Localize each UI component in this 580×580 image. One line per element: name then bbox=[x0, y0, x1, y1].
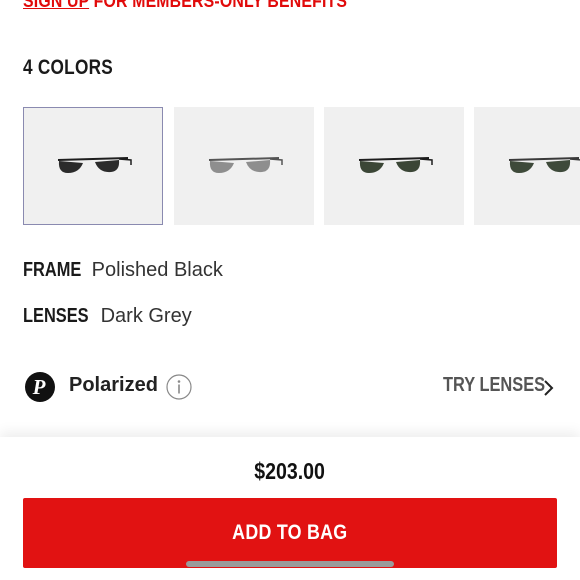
color-swatches bbox=[23, 107, 580, 227]
try-lenses-label: TRY LENSES bbox=[443, 374, 546, 396]
color-swatch-3[interactable] bbox=[324, 107, 464, 225]
color-swatch-4[interactable] bbox=[474, 107, 580, 225]
svg-text:P: P bbox=[32, 375, 46, 399]
sunglasses-icon bbox=[508, 157, 580, 173]
frame-value: Polished Black bbox=[91, 259, 223, 281]
polarized-label: Polarized bbox=[69, 374, 158, 396]
promo-text: FOR MEMBERS-ONLY BENEFITS bbox=[89, 0, 348, 11]
try-lenses-button[interactable]: TRY LENSES bbox=[443, 374, 567, 397]
info-icon[interactable] bbox=[166, 374, 192, 400]
chevron-right-icon bbox=[544, 380, 554, 396]
frame-attribute: FRAME Polished Black bbox=[23, 259, 223, 282]
sunglasses-icon bbox=[208, 157, 283, 173]
color-swatch-1[interactable] bbox=[23, 107, 163, 225]
polarized-p-icon: P bbox=[25, 372, 55, 402]
price: $203.00 bbox=[0, 458, 580, 485]
sign-up-link[interactable]: SIGN UP bbox=[23, 0, 89, 11]
lenses-attribute: LENSES Dark Grey bbox=[23, 305, 192, 328]
lenses-value: Dark Grey bbox=[100, 305, 192, 327]
sunglasses-icon bbox=[57, 157, 132, 173]
sunglasses-icon bbox=[358, 157, 433, 173]
frame-label: FRAME bbox=[23, 259, 82, 281]
price-value: $203.00 bbox=[254, 458, 326, 484]
home-indicator bbox=[186, 561, 394, 567]
color-swatch-2[interactable] bbox=[174, 107, 314, 225]
promo-banner: SIGN UP FOR MEMBERS-ONLY BENEFITS bbox=[23, 0, 347, 12]
colors-heading: 4 COLORS bbox=[23, 56, 113, 79]
add-to-bag-label: ADD TO BAG bbox=[232, 521, 348, 544]
lenses-label: LENSES bbox=[23, 305, 89, 327]
add-to-bag-button[interactable]: ADD TO BAG bbox=[23, 498, 557, 568]
